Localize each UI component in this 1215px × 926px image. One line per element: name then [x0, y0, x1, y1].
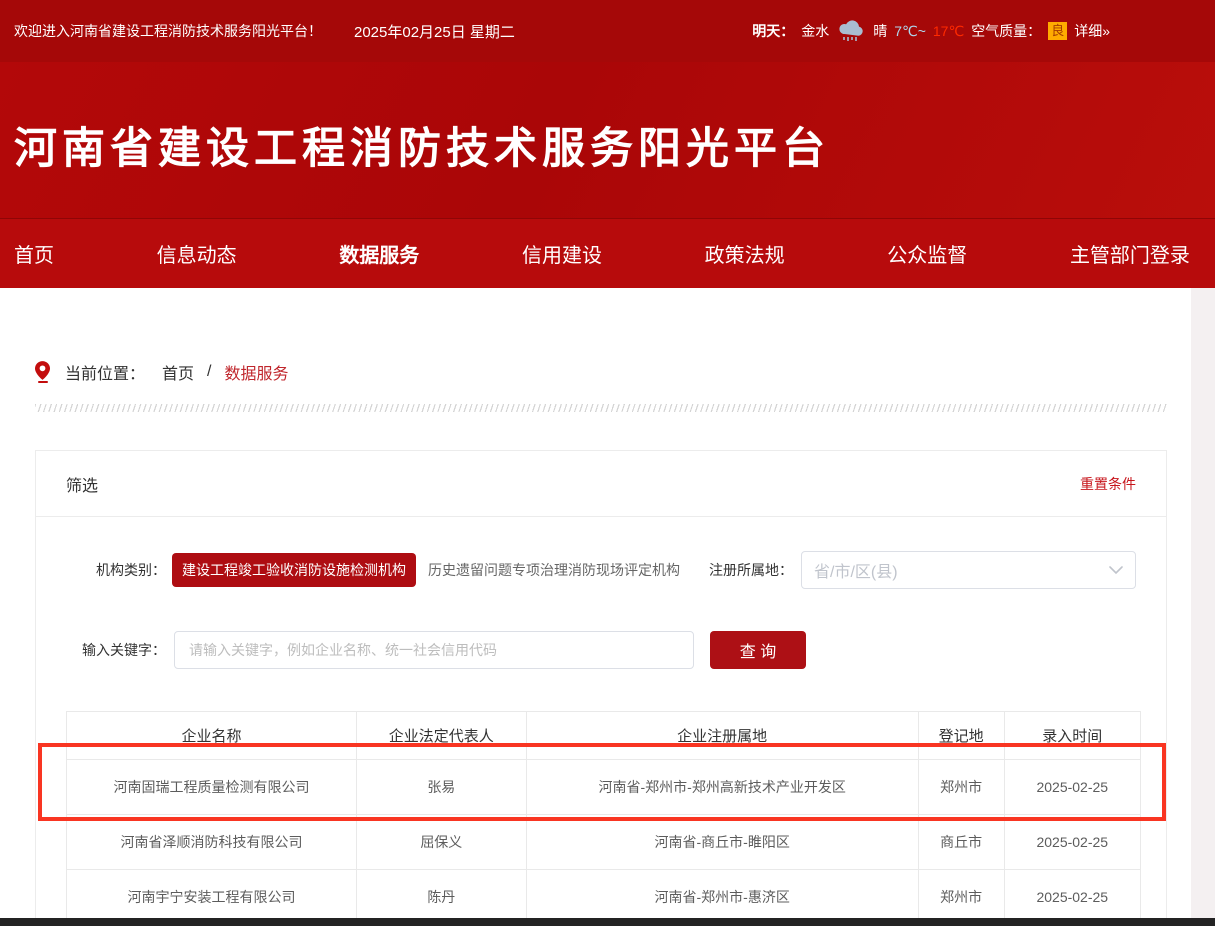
site-title: 河南省建设工程消防技术服务阳光平台	[14, 114, 830, 176]
column-header: 登记地	[918, 712, 1004, 760]
keyword-label: 输入关键字：	[66, 640, 166, 660]
reset-conditions-link[interactable]: 重置条件	[1080, 474, 1136, 494]
breadcrumb: 当前位置： 首页 / 数据服务	[35, 360, 289, 384]
weather-tomorrow-label: 明天：	[752, 21, 794, 41]
column-header: 企业名称	[67, 712, 357, 760]
table-cell: 2025-02-25	[1004, 760, 1140, 815]
table-cell: 郑州市	[918, 870, 1004, 919]
top-info-bar: 欢迎进入河南省建设工程消防技术服务阳光平台！ 2025年02月25日 星期二 明…	[0, 0, 1215, 62]
breadcrumb-separator: /	[207, 363, 211, 381]
nav-item-5[interactable]: 政策法规	[705, 239, 785, 268]
filter-title: 筛选	[66, 472, 98, 496]
table-cell: 张易	[356, 760, 526, 815]
table-cell: 郑州市	[918, 760, 1004, 815]
table-cell: 屈保义	[356, 815, 526, 870]
temp-high: 17℃	[933, 23, 964, 40]
breadcrumb-label: 当前位置：	[65, 360, 145, 384]
breadcrumb-home[interactable]: 首页	[162, 360, 194, 384]
region-select[interactable]: 省/市/区(县)	[801, 551, 1136, 589]
table-row: 河南省泽顺消防科技有限公司屈保义河南省-商丘市-睢阳区商丘市2025-02-25	[67, 815, 1141, 870]
region-filter-group: 注册所属地： 省/市/区(县)	[709, 551, 1136, 589]
search-button[interactable]: 查 询	[710, 631, 806, 669]
table-row: 河南固瑞工程质量检测有限公司张易河南省-郑州市-郑州高新技术产业开发区郑州市20…	[67, 760, 1141, 815]
chevron-down-icon	[1109, 566, 1123, 575]
welcome-text: 欢迎进入河南省建设工程消防技术服务阳光平台！	[14, 21, 322, 41]
nav-item-1[interactable]: 首页	[14, 239, 54, 268]
table-cell: 河南省-商丘市-睢阳区	[526, 815, 918, 870]
table-cell: 商丘市	[918, 815, 1004, 870]
column-header: 录入时间	[1004, 712, 1140, 760]
nav-item-2[interactable]: 信息动态	[157, 239, 237, 268]
table-cell: 陈丹	[356, 870, 526, 919]
scrollbar-strip[interactable]	[1191, 288, 1215, 918]
region-label: 注册所属地：	[709, 560, 793, 580]
cloud-drizzle-icon	[836, 19, 866, 43]
nav-item-7[interactable]: 主管部门登录	[1070, 239, 1190, 268]
location-pin-icon	[35, 361, 50, 383]
aqi-label: 空气质量：	[971, 21, 1041, 41]
category-option-1[interactable]: 建设工程竣工验收消防设施检测机构	[172, 553, 416, 587]
nav-item-6[interactable]: 公众监督	[887, 239, 967, 268]
table-cell: 河南宇宁安装工程有限公司	[67, 870, 357, 919]
table-header-row: 企业名称企业法定代表人企业注册属地登记地录入时间	[67, 712, 1141, 760]
category-option-2[interactable]: 历史遗留问题专项治理消防现场评定机构	[428, 560, 680, 580]
table-row: 河南宇宁安装工程有限公司陈丹河南省-郑州市-惠济区郑州市2025-02-25	[67, 870, 1141, 919]
table-cell: 河南省-郑州市-惠济区	[526, 870, 918, 919]
table-cell: 2025-02-25	[1004, 815, 1140, 870]
category-label: 机构类别：	[66, 560, 166, 580]
filter-card-body: 机构类别： 建设工程竣工验收消防设施检测机构历史遗留问题专项治理消防现场评定机构…	[36, 517, 1166, 918]
keyword-input[interactable]	[174, 631, 694, 669]
column-header: 企业法定代表人	[356, 712, 526, 760]
main-content: 当前位置： 首页 / 数据服务 筛选 重置条件 机构类别： 建设工程竣工验收消防…	[0, 288, 1215, 918]
results-table: 企业名称企业法定代表人企业注册属地登记地录入时间 河南固瑞工程质量检测有限公司张…	[66, 711, 1141, 918]
weather-district: 金水	[801, 21, 829, 41]
aqi-badge: 良	[1048, 22, 1067, 40]
nav-item-3[interactable]: 数据服务	[339, 239, 419, 268]
keyword-filter-row: 输入关键字： 查 询	[66, 631, 1136, 669]
table-cell: 河南省-郑州市-郑州高新技术产业开发区	[526, 760, 918, 815]
footer-bar	[0, 918, 1215, 926]
weather-widget: 明天： 金水 晴 7℃~ 17℃ 空气质量： 良 详细»	[752, 19, 1110, 43]
site-header: 河南省建设工程消防技术服务阳光平台	[0, 62, 1215, 218]
table-cell: 河南固瑞工程质量检测有限公司	[67, 760, 357, 815]
main-nav: 首页 信息动态 数据服务 信用建设 政策法规 公众监督 主管部门登录	[0, 218, 1215, 288]
date-text: 2025年02月25日 星期二	[354, 21, 515, 42]
category-options: 建设工程竣工验收消防设施检测机构历史遗留问题专项治理消防现场评定机构	[166, 553, 680, 587]
region-select-placeholder: 省/市/区(县)	[814, 558, 898, 582]
table-cell: 河南省泽顺消防科技有限公司	[67, 815, 357, 870]
nav-item-4[interactable]: 信用建设	[522, 239, 602, 268]
category-filter-row: 机构类别： 建设工程竣工验收消防设施检测机构历史遗留问题专项治理消防现场评定机构…	[66, 551, 1136, 589]
temp-low: 7℃~	[894, 23, 926, 40]
column-header: 企业注册属地	[526, 712, 918, 760]
filter-card-header: 筛选 重置条件	[36, 451, 1166, 517]
weather-detail-link[interactable]: 详细»	[1074, 21, 1110, 41]
table-cell: 2025-02-25	[1004, 870, 1140, 919]
breadcrumb-current: 数据服务	[224, 360, 288, 384]
filter-results-card: 筛选 重置条件 机构类别： 建设工程竣工验收消防设施检测机构历史遗留问题专项治理…	[35, 450, 1167, 918]
weather-condition: 晴	[873, 21, 887, 41]
slash-divider	[35, 404, 1167, 412]
